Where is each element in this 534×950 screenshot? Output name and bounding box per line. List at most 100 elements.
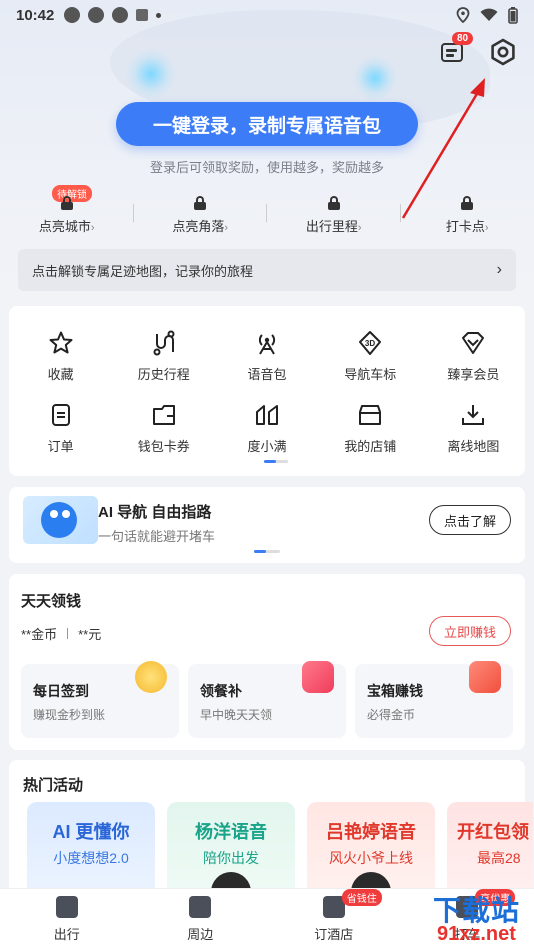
grid-item-label: 离线地图 bbox=[447, 439, 500, 454]
site-watermark: 下载站 91xz.net bbox=[405, 885, 533, 950]
chevron-right-icon: › bbox=[90, 222, 95, 234]
activity-title: 杨洋语音 bbox=[195, 822, 267, 842]
earn-balance: **金币 **元 bbox=[21, 624, 101, 643]
red-envelope-icon bbox=[302, 661, 334, 693]
grid-item-orders[interactable]: 订单 bbox=[9, 402, 112, 455]
login-subtitle: 登录后可领取奖励，使用越多，奖励越多 bbox=[149, 160, 384, 175]
message-icon-line bbox=[446, 54, 454, 57]
stat-lit-cities[interactable]: 点亮城市› bbox=[0, 190, 134, 235]
task-subtitle: 必得金币 bbox=[367, 708, 416, 722]
tab-nearby[interactable]: 周边 bbox=[134, 889, 268, 950]
activity-item[interactable]: AI 更懂你 小度想想2.0 bbox=[27, 802, 155, 902]
activity-subtitle: 最高28 bbox=[477, 850, 521, 866]
svg-text:3D: 3D bbox=[365, 339, 375, 348]
chevron-right-icon: › bbox=[224, 222, 229, 234]
learn-more-button[interactable]: 点击了解 bbox=[429, 505, 511, 535]
activity-title: 开红包领 bbox=[457, 822, 529, 842]
task-title: 每日签到 bbox=[33, 683, 89, 699]
tab-label: 订酒店 bbox=[314, 927, 354, 942]
task-treasure-box[interactable]: 宝箱赚钱 必得金币 bbox=[355, 661, 513, 738]
stat-label: 点亮角落 bbox=[172, 219, 225, 234]
status-bar: 10:42 bbox=[0, 0, 534, 30]
grid-item-label: 收藏 bbox=[47, 367, 74, 382]
more-dot-icon bbox=[156, 12, 162, 18]
message-icon-line bbox=[446, 49, 457, 52]
ai-card-subtitle: 一句话就能避开堵车 bbox=[98, 529, 216, 544]
chevron-right-icon: › bbox=[357, 222, 362, 234]
tab-badge: 省钱住 bbox=[341, 889, 382, 906]
page-indicator bbox=[254, 550, 280, 553]
message-icon bbox=[441, 43, 463, 62]
hot-title: 热门活动 bbox=[23, 777, 84, 794]
grid-item-offline-map[interactable]: 离线地图 bbox=[422, 402, 525, 455]
activity-subtitle: 陪你出发 bbox=[203, 850, 259, 866]
stat-lit-corners[interactable]: 点亮角落› bbox=[134, 190, 267, 235]
diamond-icon bbox=[462, 332, 485, 354]
battery-icon bbox=[508, 6, 518, 24]
task-daily-checkin[interactable]: 每日签到 赚现金秒到账 bbox=[21, 661, 179, 738]
chevron-right-icon: › bbox=[496, 261, 502, 278]
car-3d-icon: 3D bbox=[359, 331, 382, 355]
ai-navigation-card[interactable]: AI 导航 自由指路 一句话就能避开堵车 点击了解 bbox=[9, 487, 525, 563]
grid-item-voice-pack[interactable]: 语音包 bbox=[215, 330, 318, 383]
task-title: 宝箱赚钱 bbox=[367, 683, 423, 699]
grid-item-vip[interactable]: 臻享会员 bbox=[422, 330, 525, 383]
gold-coin-icon bbox=[135, 661, 167, 693]
page-indicator bbox=[264, 460, 288, 463]
app-notification-icon bbox=[136, 9, 149, 21]
task-subtitle: 早中晚天天领 bbox=[200, 708, 273, 722]
divider bbox=[67, 628, 69, 639]
activity-item[interactable]: 杨洋语音 陪你出发 bbox=[167, 802, 295, 902]
watermark-url: 91xz.net bbox=[437, 923, 516, 945]
one-click-login-button[interactable]: 一键登录，录制专属语音包 bbox=[116, 102, 418, 146]
tab-travel[interactable]: 出行 bbox=[0, 889, 134, 950]
daily-earn-card: 天天领钱 **金币 **元 立即赚钱 每日签到 赚现金秒到账 领餐补 早中晚天天… bbox=[9, 574, 525, 750]
tab-label: 周边 bbox=[187, 927, 214, 942]
wifi-icon bbox=[480, 8, 498, 21]
order-icon bbox=[51, 404, 70, 426]
task-title: 领餐补 bbox=[200, 683, 242, 699]
status-time: 10:42 bbox=[16, 6, 55, 24]
grid-item-label: 订单 bbox=[47, 439, 74, 454]
notification-icon bbox=[64, 7, 81, 23]
unlock-footprint-map-bar[interactable]: 点击解锁专属足迹地图，记录你的旅程 › bbox=[18, 249, 516, 291]
coin-balance: **金币 bbox=[21, 627, 58, 642]
travel-icon bbox=[55, 896, 78, 918]
map-glow-spot bbox=[125, 48, 177, 100]
grid-item-favorites[interactable]: 收藏 bbox=[9, 330, 112, 383]
task-subtitle: 赚现金秒到账 bbox=[33, 708, 106, 722]
store-icon bbox=[359, 405, 382, 425]
feature-grid-card: 收藏 历史行程 语音包 3D 导航车标 臻享会员 订单 钱包卡券 度小满 我的店… bbox=[9, 306, 525, 476]
stat-travel-mileage[interactable]: 出行里程› bbox=[267, 190, 401, 235]
settings-gear-icon[interactable] bbox=[489, 38, 517, 66]
activity-subtitle: 小度想想2.0 bbox=[53, 850, 129, 866]
lock-icon bbox=[60, 196, 73, 210]
cash-balance: **元 bbox=[78, 627, 102, 642]
unlock-bar-text: 点击解锁专属足迹地图，记录你的旅程 bbox=[32, 263, 254, 279]
chevron-right-icon: › bbox=[484, 222, 489, 234]
grid-item-nav-car-icon[interactable]: 3D 导航车标 bbox=[319, 330, 422, 383]
tab-label: 出行 bbox=[53, 927, 80, 942]
tab-hotel[interactable]: 省钱住 订酒店 bbox=[267, 889, 401, 950]
notification-icon bbox=[88, 7, 105, 23]
duxiaoman-icon bbox=[256, 405, 278, 425]
message-count-badge: 80 bbox=[452, 32, 474, 45]
grid-item-wallet[interactable]: 钱包卡券 bbox=[112, 402, 215, 455]
nearby-icon bbox=[189, 896, 212, 918]
ai-card-title: AI 导航 自由指路 bbox=[98, 504, 212, 521]
earn-now-button[interactable]: 立即赚钱 bbox=[429, 616, 511, 646]
grid-item-label: 度小满 bbox=[247, 439, 287, 454]
wallet-icon bbox=[152, 405, 175, 425]
stat-checkin-points[interactable]: 打卡点› bbox=[401, 190, 534, 235]
grid-item-my-store[interactable]: 我的店铺 bbox=[319, 402, 422, 455]
stat-label: 打卡点 bbox=[445, 219, 485, 234]
grid-item-label: 臻享会员 bbox=[447, 367, 500, 382]
activity-title: AI 更懂你 bbox=[52, 822, 130, 842]
lock-icon bbox=[327, 196, 340, 210]
task-meal-allowance[interactable]: 领餐补 早中晚天天领 bbox=[188, 661, 346, 738]
grid-item-history-trips[interactable]: 历史行程 bbox=[112, 330, 215, 383]
grid-item-label: 语音包 bbox=[247, 367, 287, 382]
download-icon bbox=[462, 405, 485, 425]
grid-item-duxiaoman[interactable]: 度小满 bbox=[215, 402, 318, 455]
grid-item-label: 历史行程 bbox=[137, 367, 190, 382]
